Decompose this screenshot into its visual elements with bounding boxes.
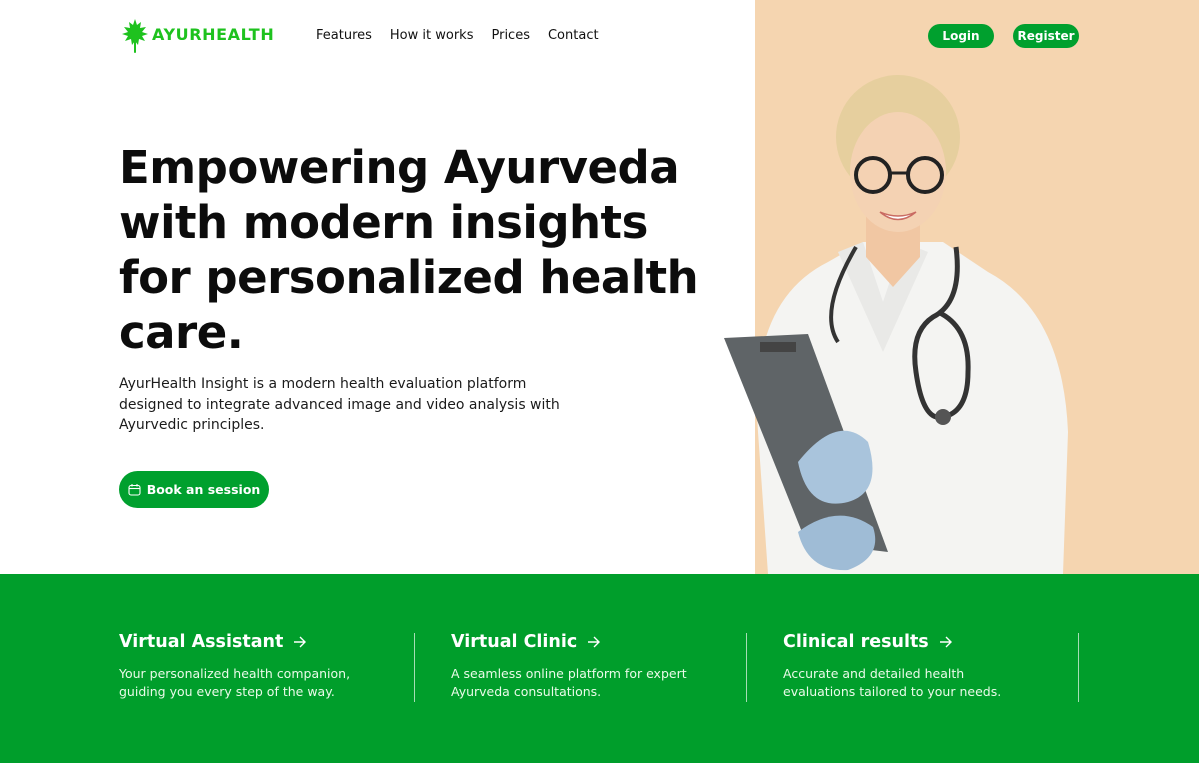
feature-divider xyxy=(746,633,747,702)
feature-description: A seamless online platform for expert Ay… xyxy=(451,666,687,699)
main-nav: Features How it works Prices Contact xyxy=(316,28,599,43)
feature-title: Virtual Clinic xyxy=(451,632,578,652)
login-button[interactable]: Login xyxy=(928,24,994,48)
brand-logo[interactable]: AYURHEALTH xyxy=(121,17,274,53)
feature-title: Virtual Assistant xyxy=(119,632,284,652)
book-session-button[interactable]: Book an session xyxy=(119,471,269,508)
brand-name: AYURHEALTH xyxy=(152,25,275,44)
arrow-right-icon[interactable] xyxy=(939,635,953,649)
feature-divider xyxy=(414,633,415,702)
hero-description: AyurHealth Insight is a modern health ev… xyxy=(119,376,560,433)
nav-item-features[interactable]: Features xyxy=(316,28,372,43)
feature-title: Clinical results xyxy=(783,632,929,652)
feature-virtual-assistant[interactable]: Virtual Assistant Your personalized heal… xyxy=(119,632,414,702)
feature-clinical-results[interactable]: Clinical results Accurate and detailed h… xyxy=(783,632,1078,702)
nav-item-prices[interactable]: Prices xyxy=(491,28,530,43)
doctor-photo xyxy=(724,75,1068,574)
calendar-icon xyxy=(128,484,141,496)
leaf-logo-icon xyxy=(122,19,148,53)
nav-item-how-it-works[interactable]: How it works xyxy=(390,28,474,43)
feature-virtual-clinic[interactable]: Virtual Clinic A seamless online platfor… xyxy=(451,632,746,702)
feature-divider xyxy=(1078,633,1079,702)
arrow-right-icon[interactable] xyxy=(587,635,601,649)
hero-title: Empowering Ayurveda with modern insights… xyxy=(119,141,699,359)
nav-item-contact[interactable]: Contact xyxy=(548,28,599,43)
arrow-right-icon[interactable] xyxy=(293,635,307,649)
register-button[interactable]: Register xyxy=(1013,24,1079,48)
feature-description: Accurate and detailed health evaluations… xyxy=(783,666,1002,699)
feature-description: Your personalized health companion, guid… xyxy=(119,666,351,699)
book-session-label: Book an session xyxy=(146,482,261,497)
